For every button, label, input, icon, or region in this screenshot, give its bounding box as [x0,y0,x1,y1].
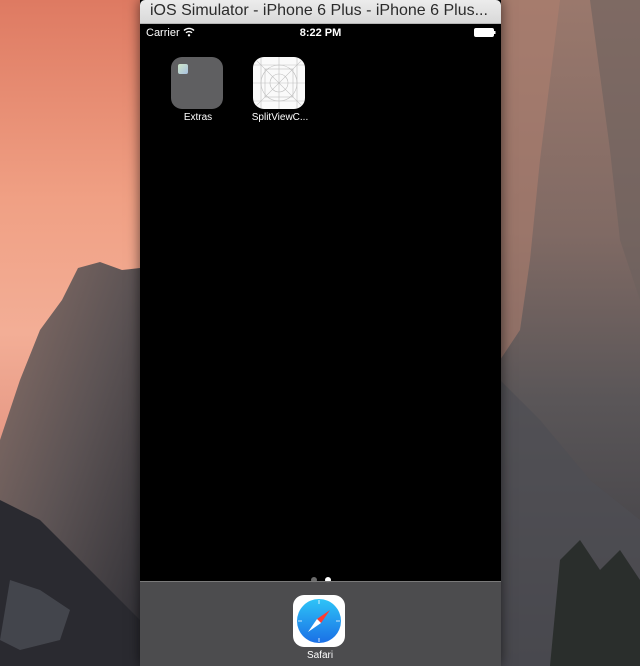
status-time: 8:22 PM [299,27,342,39]
window-titlebar[interactable]: iOS Simulator - iPhone 6 Plus - iPhone 6… [140,0,501,24]
wallpaper-left-mountain [0,0,140,666]
safari-compass-icon [293,595,345,647]
folder-icon [171,57,223,109]
app-label: SplitViewC... [251,112,309,123]
device-screen: Carrier 8:22 PM Extras SplitViewC... Saf… [140,24,501,666]
app-extras-folder[interactable]: Extras [163,57,233,131]
app-label: Extras [183,112,213,123]
wallpaper-right-mountain [500,0,640,666]
blank-app-icon [253,57,305,109]
battery-full-icon [474,28,496,37]
dock: Safari [140,581,501,666]
window-title: iOS Simulator - iPhone 6 Plus - iPhone 6… [150,2,488,19]
simulator-window: iOS Simulator - iPhone 6 Plus - iPhone 6… [140,0,501,666]
app-splitview[interactable]: SplitViewC... [245,57,315,131]
status-bar: Carrier 8:22 PM [140,24,501,42]
app-safari[interactable]: Safari [285,595,355,666]
page-indicator[interactable] [140,570,501,583]
app-label: Safari [306,650,334,661]
